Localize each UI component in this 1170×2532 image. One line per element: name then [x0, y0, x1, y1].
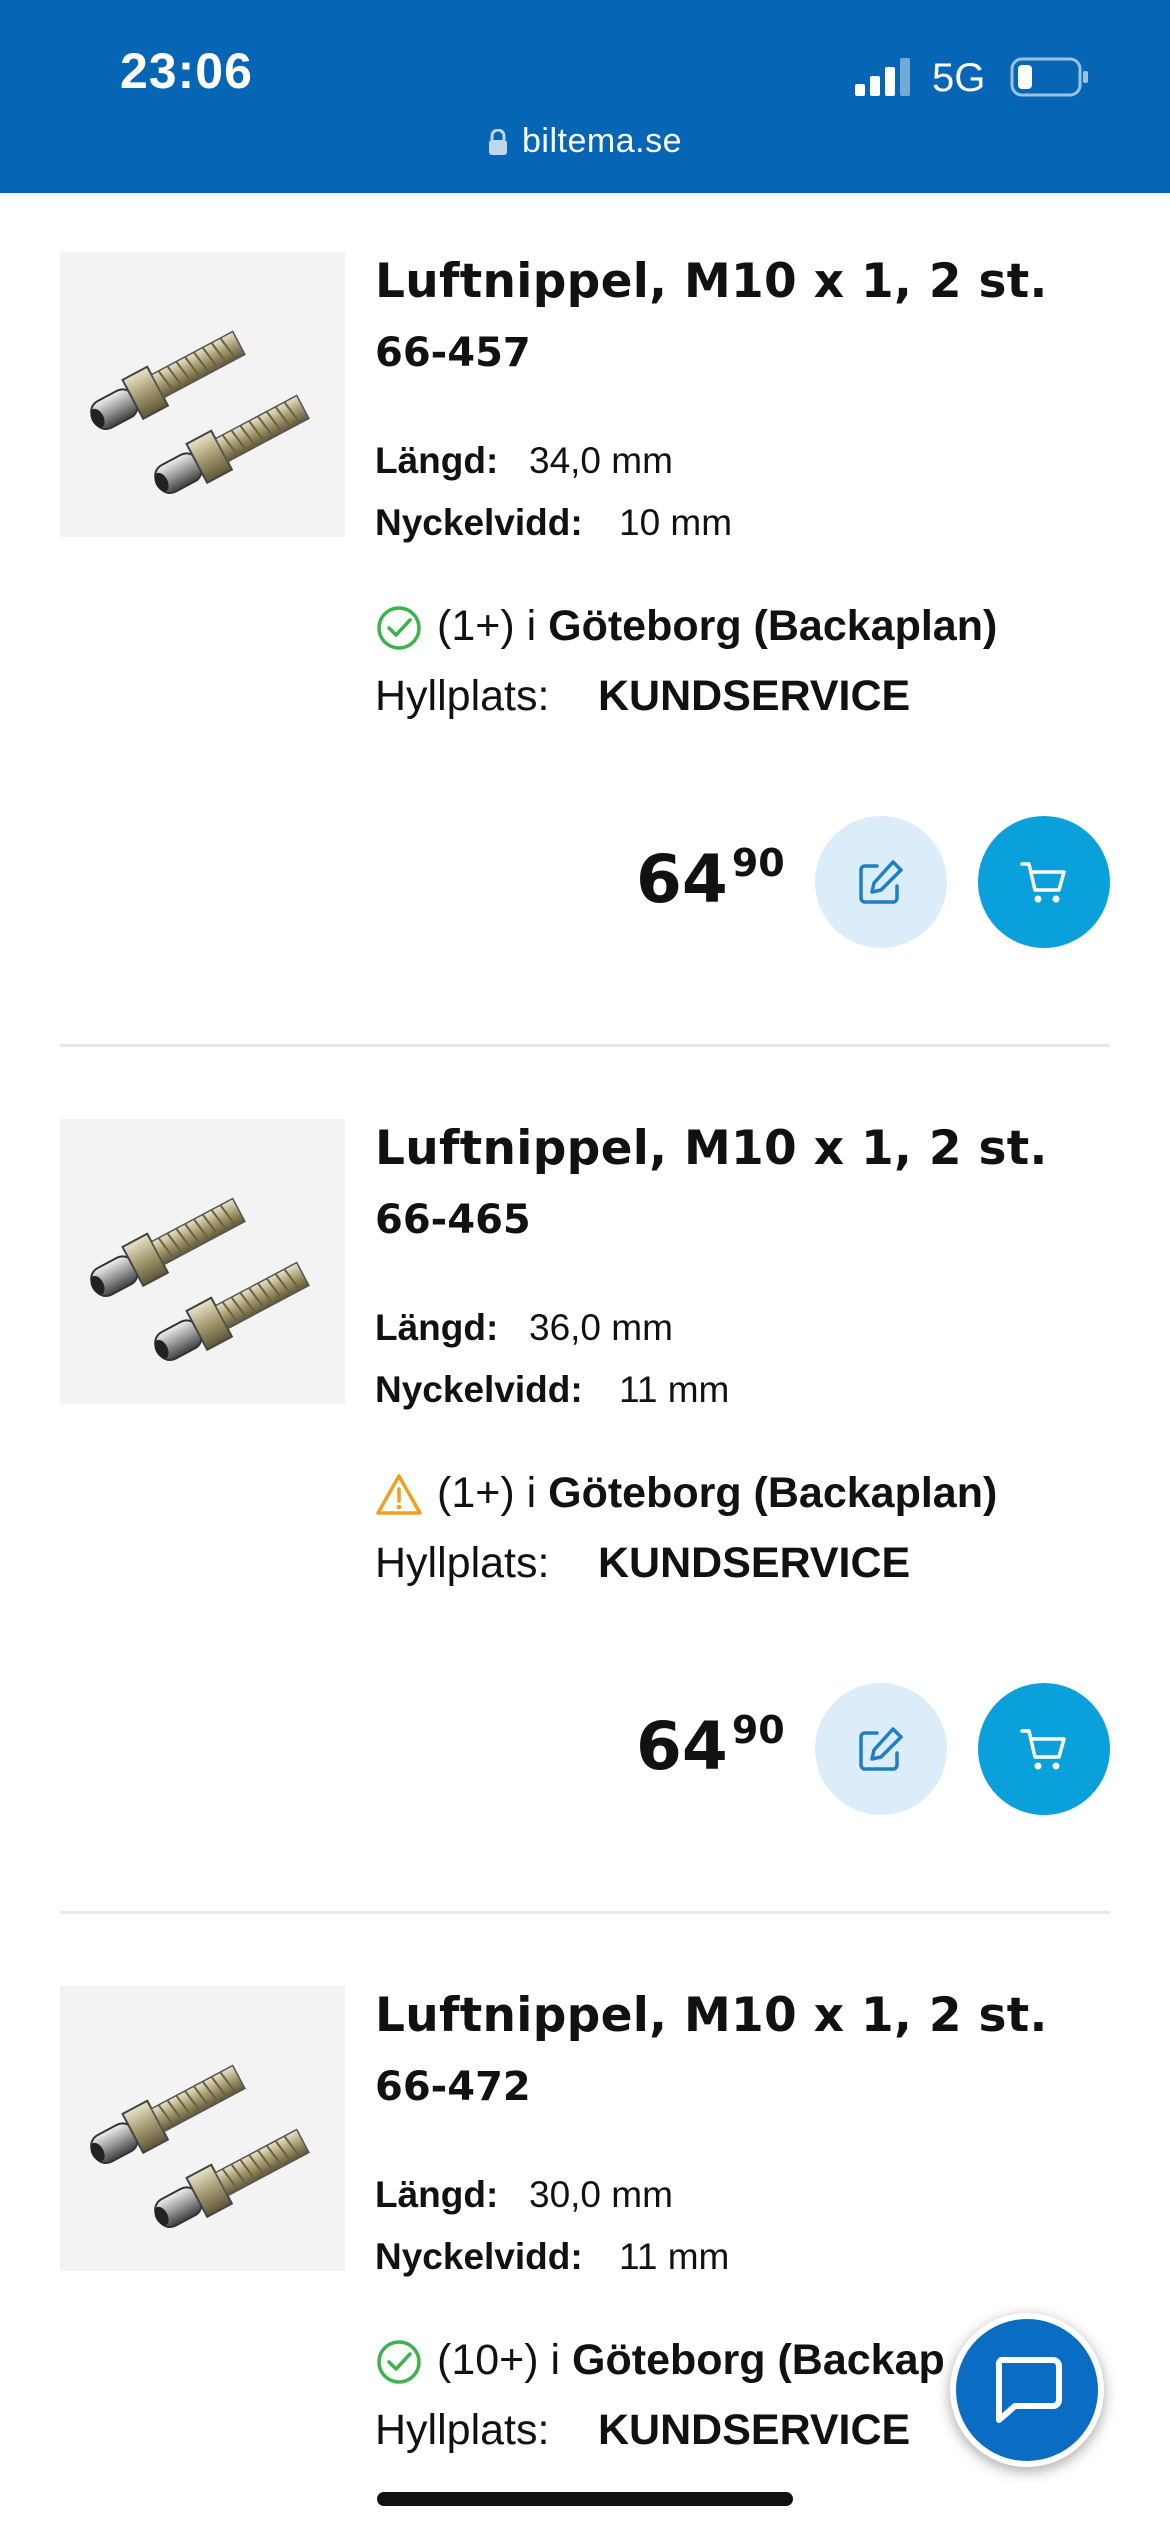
spec-wrench-label: Nyckelvidd:	[375, 2236, 583, 2277]
article-number: 66-465	[375, 1197, 531, 1243]
status-time: 23:06	[120, 43, 253, 99]
store-name: Göteborg (Backaplan)	[548, 602, 998, 650]
chat-bubble-icon	[995, 2357, 1062, 2423]
spec-wrench-value: 11 mm	[619, 1369, 730, 1410]
shelf-location: Hyllplats: KUNDSERVICE	[375, 1539, 910, 1588]
spec-wrench-label: Nyckelvidd:	[375, 1369, 583, 1410]
price: 64 90	[636, 1708, 785, 1785]
address-bar[interactable]: biltema.se	[0, 122, 1170, 161]
product-image[interactable]	[60, 1119, 345, 1404]
spec-length: Längd: 30,0 mm	[375, 2174, 673, 2216]
spec-wrench-size: Nyckelvidd: 11 mm	[375, 2236, 729, 2278]
check-circle-icon	[377, 606, 421, 650]
product-card: Luftnippel, M10 x 1, 2 st. 66-457 Längd:…	[0, 252, 1170, 1052]
store-name: Göteborg (Backap	[572, 2336, 945, 2384]
url-text: biltema.se	[522, 122, 682, 160]
home-indicator[interactable]	[377, 2492, 793, 2506]
add-to-cart-button[interactable]	[978, 816, 1110, 948]
spec-wrench-label: Nyckelvidd:	[375, 502, 583, 543]
shelf-value: KUNDSERVICE	[598, 1539, 911, 1587]
product-title[interactable]: Luftnippel, M10 x 1, 2 st.	[375, 1988, 1048, 2043]
spec-length-label: Längd:	[375, 1307, 499, 1348]
spec-length-label: Längd:	[375, 2174, 499, 2215]
stock-count: (1+) i	[437, 1469, 537, 1517]
edit-note-button[interactable]	[815, 816, 947, 948]
price-decimals: 90	[731, 841, 785, 885]
divider	[60, 1044, 1110, 1047]
shelf-label: Hyllplats:	[375, 2406, 550, 2454]
spec-length-label: Längd:	[375, 440, 499, 481]
price: 64 90	[636, 841, 785, 918]
chat-button[interactable]	[950, 2313, 1104, 2467]
battery-low-icon	[1010, 57, 1088, 97]
shelf-location: Hyllplats: KUNDSERVICE	[375, 672, 910, 721]
spec-wrench-value: 11 mm	[619, 2236, 730, 2277]
price-decimals: 90	[731, 1708, 785, 1752]
warning-triangle-icon	[376, 1474, 422, 1515]
spec-length: Längd: 36,0 mm	[375, 1307, 673, 1349]
stock-count: (1+) i	[437, 602, 537, 650]
network-type: 5G	[932, 56, 986, 100]
article-number: 66-472	[375, 2064, 531, 2110]
add-to-cart-button[interactable]	[978, 1683, 1110, 1815]
shelf-value: KUNDSERVICE	[598, 672, 911, 720]
stock-count: (10+) i	[437, 2336, 561, 2384]
article-number: 66-457	[375, 330, 531, 376]
price-integer: 64	[636, 1708, 728, 1785]
spec-length: Längd: 34,0 mm	[375, 440, 673, 482]
check-circle-icon	[377, 2340, 421, 2384]
spec-length-value: 30,0 mm	[529, 2174, 673, 2215]
product-image[interactable]	[60, 252, 345, 537]
edit-note-button[interactable]	[815, 1683, 947, 1815]
divider	[60, 1911, 1110, 1914]
product-title[interactable]: Luftnippel, M10 x 1, 2 st.	[375, 1121, 1048, 1176]
spec-wrench-size: Nyckelvidd: 11 mm	[375, 1369, 729, 1411]
spec-length-value: 36,0 mm	[529, 1307, 673, 1348]
spec-wrench-size: Nyckelvidd: 10 mm	[375, 502, 732, 544]
edit-icon	[859, 860, 903, 904]
store-name: Göteborg (Backaplan)	[548, 1469, 998, 1517]
spec-length-value: 34,0 mm	[529, 440, 673, 481]
product-card: Luftnippel, M10 x 1, 2 st. 66-465 Längd:…	[0, 1119, 1170, 1919]
price-integer: 64	[636, 841, 728, 918]
shelf-label: Hyllplats:	[375, 672, 550, 720]
spec-wrench-value: 10 mm	[619, 502, 733, 543]
edit-icon	[859, 1727, 903, 1771]
shelf-label: Hyllplats:	[375, 1539, 550, 1587]
product-image[interactable]	[60, 1986, 345, 2271]
product-title[interactable]: Luftnippel, M10 x 1, 2 st.	[375, 254, 1048, 309]
signal-bars-icon	[855, 58, 910, 96]
cart-icon	[1020, 862, 1066, 903]
lock-icon	[489, 129, 508, 155]
shelf-value: KUNDSERVICE	[598, 2406, 911, 2454]
cart-icon	[1020, 1729, 1066, 1770]
browser-header: 23:06 5G biltema.se	[0, 0, 1170, 193]
shelf-location: Hyllplats: KUNDSERVICE	[375, 2406, 910, 2455]
